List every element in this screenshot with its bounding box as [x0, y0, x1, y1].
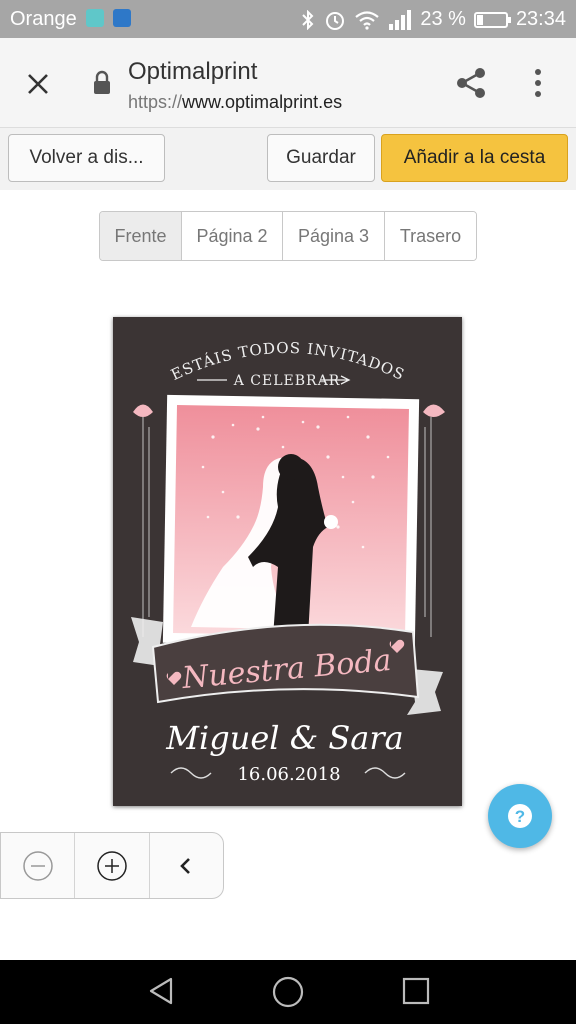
clock: 23:34 [515, 8, 566, 30]
add-to-cart-button[interactable]: Añadir a la cesta [381, 134, 568, 182]
tab-frente[interactable]: Frente [100, 212, 182, 260]
battery-icon [473, 11, 511, 28]
help-button[interactable]: ? [488, 784, 552, 848]
help-icon: ? [508, 804, 532, 828]
tab-pagina-2[interactable]: Página 2 [182, 212, 283, 260]
carrier-name: Orange [10, 8, 77, 30]
page-url[interactable]: https://www.optimalprint.es [128, 92, 342, 113]
back-to-design-button[interactable]: Volver a dis... [8, 134, 165, 182]
zoom-in-icon [97, 850, 127, 881]
collapse-button[interactable] [150, 833, 223, 898]
more-options-icon[interactable] [532, 68, 544, 98]
save-button[interactable]: Guardar [267, 134, 375, 182]
zoom-in-button[interactable] [75, 833, 150, 898]
page-tabs: Frente Página 2 Página 3 Trasero [99, 211, 477, 261]
collapse-icon [180, 857, 191, 874]
card-names: Miguel & Sara [165, 719, 403, 757]
lock-icon [94, 70, 110, 94]
alarm-icon [326, 11, 345, 30]
status-right: 23 % 23:34 [300, 8, 566, 31]
card-date: 16.06.2018 [237, 764, 340, 785]
bluetooth-icon [302, 9, 314, 30]
system-nav-bar [0, 960, 576, 1024]
card-second-line: A CELEBRAR [233, 373, 341, 389]
help-symbol: ? [515, 807, 525, 826]
url-scheme: https:// [128, 92, 183, 112]
share-icon[interactable] [454, 66, 488, 100]
browser-url-bar: Optimalprint https://www.optimalprint.es [0, 38, 576, 128]
status-bar: Orange 23 % 23:34 [0, 0, 576, 38]
outlook-notification-icon [113, 9, 131, 27]
zoom-out-button[interactable] [1, 833, 76, 898]
nav-home-icon[interactable] [272, 976, 304, 1008]
zoom-controls [0, 832, 224, 899]
mail-notification-icon [86, 9, 104, 27]
invitation-card-preview[interactable]: ESTÁIS TODOS INVITADOS A CELEBRAR Nuestr… [113, 317, 462, 806]
tab-pagina-3[interactable]: Página 3 [283, 212, 385, 260]
page-title: Optimalprint [128, 58, 258, 85]
zoom-out-icon [22, 850, 53, 881]
close-icon[interactable] [26, 72, 50, 96]
signal-icon [389, 9, 412, 30]
nav-recents-icon[interactable] [402, 977, 430, 1005]
tab-trasero[interactable]: Trasero [385, 212, 476, 260]
nav-back-icon[interactable] [146, 976, 176, 1006]
wifi-icon [355, 10, 380, 30]
editor-toolbar: Volver a dis... Guardar Añadir a la cest… [0, 128, 576, 190]
card-artwork: ESTÁIS TODOS INVITADOS A CELEBRAR Nuestr… [113, 317, 462, 806]
url-host: www.optimalprint.es [182, 92, 343, 112]
battery-percent: 23 % [420, 8, 466, 30]
